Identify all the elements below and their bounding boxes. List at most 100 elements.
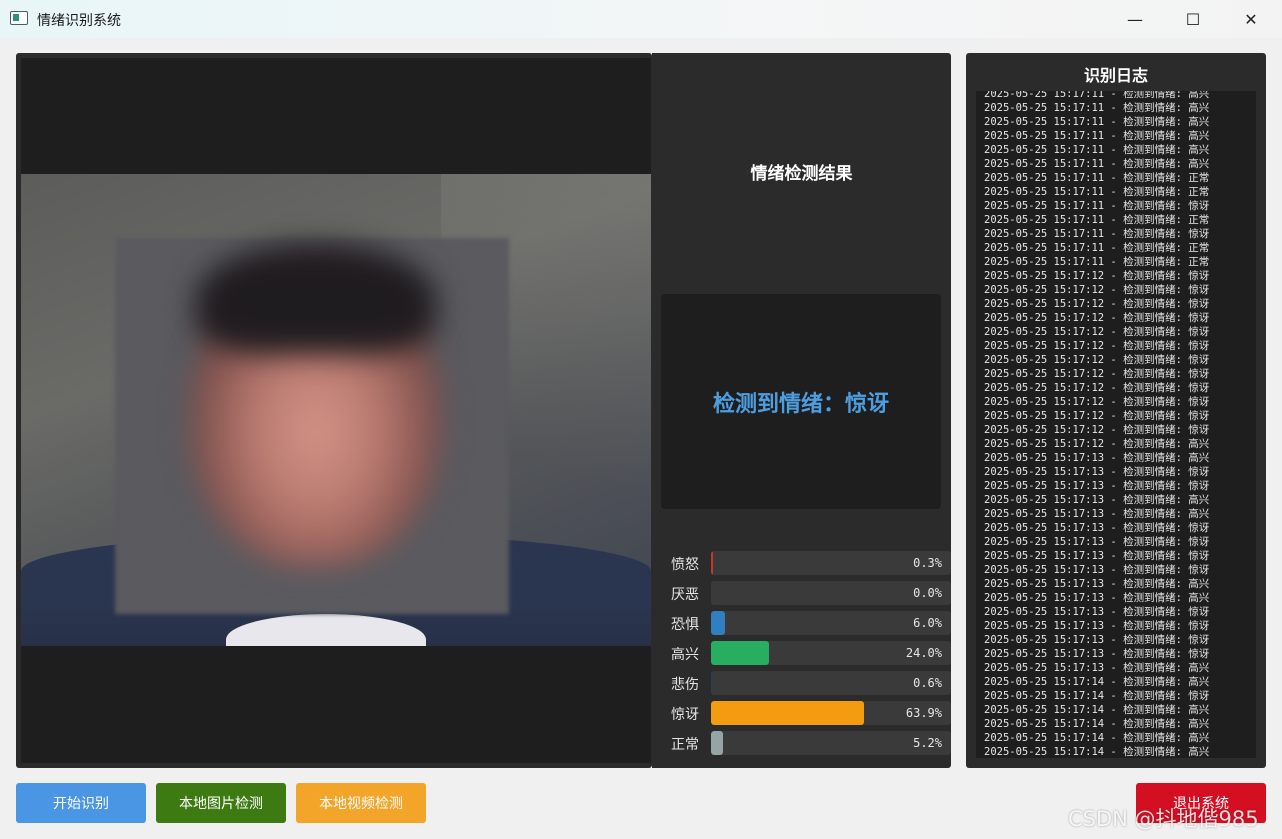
- log-entry: 2025-05-25 15:17:11 - 检测到情绪: 正常: [984, 242, 1210, 254]
- log-entry: 2025-05-25 15:17:13 - 检测到情绪: 惊讶: [984, 522, 1210, 534]
- close-button[interactable]: ✕: [1222, 0, 1280, 38]
- emotion-value: 6.0%: [913, 616, 942, 630]
- log-entry: 2025-05-25 15:17:13 - 检测到情绪: 高兴: [984, 578, 1210, 590]
- emotion-bar-fill: [711, 671, 713, 695]
- log-entry: 2025-05-25 15:17:11 - 检测到情绪: 正常: [984, 186, 1210, 198]
- emotion-label: 愤怒: [671, 557, 699, 573]
- emotion-row: 恐惧 6.0%: [668, 611, 951, 635]
- log-entry: 2025-05-25 15:17:12 - 检测到情绪: 惊讶: [984, 270, 1210, 282]
- result-box: 检测到情绪：惊讶: [661, 294, 941, 509]
- result-panel: 情绪检测结果 检测到情绪：惊讶 愤怒 0.3% 厌恶 0.0% 恐惧 6.0% 高兴 24.0…: [652, 53, 951, 768]
- camera-frame: [21, 174, 651, 646]
- video-panel: [16, 53, 652, 768]
- emotion-bar-fill: [711, 551, 713, 575]
- emotion-row: 高兴 24.0%: [668, 641, 951, 665]
- emotion-value: 0.6%: [913, 676, 942, 690]
- log-entry: 2025-05-25 15:17:12 - 检测到情绪: 惊讶: [984, 298, 1210, 310]
- window-title: 情绪识别系统: [37, 13, 121, 29]
- watermark: CSDN @抖地偕985: [1068, 807, 1259, 831]
- emotion-bar-fill: [711, 611, 726, 635]
- emotion-bar-track: 0.3%: [711, 551, 951, 575]
- log-entry: 2025-05-25 15:17:12 - 检测到情绪: 惊讶: [984, 354, 1210, 366]
- log-entry: 2025-05-25 15:17:11 - 检测到情绪: 惊讶: [984, 228, 1210, 240]
- log-entry: 2025-05-25 15:17:13 - 检测到情绪: 高兴: [984, 592, 1210, 604]
- log-entry: 2025-05-25 15:17:11 - 检测到情绪: 正常: [984, 172, 1210, 184]
- blurred-hair: [196, 244, 436, 354]
- emotion-bar-track: 63.9%: [711, 701, 951, 725]
- emotion-bar-fill: [711, 731, 724, 755]
- log-entry: 2025-05-25 15:17:13 - 检测到情绪: 惊讶: [984, 550, 1210, 562]
- log-entry: 2025-05-25 15:17:13 - 检测到情绪: 惊讶: [984, 466, 1210, 478]
- emotion-row: 愤怒 0.3%: [668, 551, 951, 575]
- title-bar: 情绪识别系统 — ☐ ✕: [0, 0, 1282, 38]
- minimize-button[interactable]: —: [1106, 0, 1164, 38]
- emotion-bar-track: 24.0%: [711, 641, 951, 665]
- start-recognition-button[interactable]: 开始识别: [16, 783, 146, 823]
- log-entry: 2025-05-25 15:17:12 - 检测到情绪: 惊讶: [984, 410, 1210, 422]
- log-entry: 2025-05-25 15:17:13 - 检测到情绪: 惊讶: [984, 634, 1210, 646]
- log-entry: 2025-05-25 15:17:13 - 检测到情绪: 高兴: [984, 452, 1210, 464]
- log-entry: 2025-05-25 15:17:11 - 检测到情绪: 正常: [984, 214, 1210, 226]
- log-entry: 2025-05-25 15:17:12 - 检测到情绪: 高兴: [984, 438, 1210, 450]
- emotion-value: 0.3%: [913, 556, 942, 570]
- emotion-value: 24.0%: [905, 646, 942, 660]
- log-entry: 2025-05-25 15:17:14 - 检测到情绪: 高兴: [984, 704, 1210, 716]
- log-entry: 2025-05-25 15:17:11 - 检测到情绪: 高兴: [984, 158, 1210, 170]
- log-entry: 2025-05-25 15:17:13 - 检测到情绪: 高兴: [984, 508, 1210, 520]
- log-entry: 2025-05-25 15:17:13 - 检测到情绪: 惊讶: [984, 564, 1210, 576]
- log-entry: 2025-05-25 15:17:14 - 检测到情绪: 惊讶: [984, 690, 1210, 702]
- log-entry: 2025-05-25 15:17:11 - 检测到情绪: 高兴: [984, 144, 1210, 156]
- log-entry: 2025-05-25 15:17:12 - 检测到情绪: 惊讶: [984, 326, 1210, 338]
- detected-emotion-text: 检测到情绪：惊讶: [712, 390, 889, 417]
- log-entry: 2025-05-25 15:17:14 - 检测到情绪: 高兴: [984, 676, 1210, 688]
- log-entry: 2025-05-25 15:17:12 - 检测到情绪: 惊讶: [984, 368, 1210, 380]
- emotion-row: 正常 5.2%: [668, 731, 951, 755]
- emotion-label: 悲伤: [671, 677, 699, 693]
- emotion-label: 恐惧: [671, 617, 699, 633]
- emotion-value: 5.2%: [913, 736, 942, 750]
- emotion-bar-fill: [711, 701, 865, 725]
- emotion-label: 厌恶: [671, 587, 699, 603]
- app-icon: [10, 11, 28, 25]
- local-video-detect-button[interactable]: 本地视频检测: [296, 783, 426, 823]
- local-image-detect-button[interactable]: 本地图片检测: [156, 783, 286, 823]
- log-entry: 2025-05-25 15:17:14 - 检测到情绪: 高兴: [984, 718, 1210, 730]
- log-entry: 2025-05-25 15:17:13 - 检测到情绪: 高兴: [984, 494, 1210, 506]
- log-entry: 2025-05-25 15:17:14 - 检测到情绪: 高兴: [984, 746, 1210, 758]
- maximize-button[interactable]: ☐: [1164, 0, 1222, 38]
- log-entry: 2025-05-25 15:17:11 - 检测到情绪: 高兴: [984, 102, 1210, 114]
- log-entry: 2025-05-25 15:17:13 - 检测到情绪: 惊讶: [984, 620, 1210, 632]
- log-entry: 2025-05-25 15:17:14 - 检测到情绪: 高兴: [984, 732, 1210, 744]
- emotion-row: 厌恶 0.0%: [668, 581, 951, 605]
- emotion-label: 高兴: [671, 647, 699, 663]
- emotion-bar-track: 0.6%: [711, 671, 951, 695]
- log-textbox[interactable]: 2025-05-25 15:17:11 - 检测到情绪: 高兴 2025-05-2…: [976, 91, 1256, 758]
- emotion-value: 63.9%: [905, 706, 942, 720]
- log-title: 识别日志: [1083, 66, 1148, 85]
- emotion-value: 0.0%: [913, 586, 942, 600]
- log-entry: 2025-05-25 15:17:12 - 检测到情绪: 惊讶: [984, 312, 1210, 324]
- log-entry: 2025-05-25 15:17:11 - 检测到情绪: 惊讶: [984, 200, 1210, 212]
- emotion-bar-track: 0.0%: [711, 581, 951, 605]
- log-entry: 2025-05-25 15:17:11 - 检测到情绪: 高兴: [984, 130, 1210, 142]
- log-entry: 2025-05-25 15:17:12 - 检测到情绪: 惊讶: [984, 424, 1210, 436]
- emotion-label: 惊讶: [671, 707, 699, 723]
- log-entry: 2025-05-25 15:17:12 - 检测到情绪: 惊讶: [984, 340, 1210, 352]
- log-panel: 识别日志 2025-05-25 15:17:11 - 检测到情绪: 高兴 2025…: [966, 53, 1266, 768]
- log-entry: 2025-05-25 15:17:11 - 检测到情绪: 正常: [984, 256, 1210, 268]
- log-entry: 2025-05-25 15:17:11 - 检测到情绪: 高兴: [984, 116, 1210, 128]
- emotion-bar-track: 6.0%: [711, 611, 951, 635]
- log-entry: 2025-05-25 15:17:12 - 检测到情绪: 惊讶: [984, 284, 1210, 296]
- emotion-row: 悲伤 0.6%: [668, 671, 951, 695]
- emotion-bar-fill: [711, 641, 769, 665]
- emotion-label: 正常: [671, 737, 699, 753]
- result-title: 情绪检测结果: [750, 164, 853, 184]
- log-entry: 2025-05-25 15:17:12 - 检测到情绪: 惊讶: [984, 382, 1210, 394]
- log-entry: 2025-05-25 15:17:12 - 检测到情绪: 惊讶: [984, 396, 1210, 408]
- log-entry: 2025-05-25 15:17:13 - 检测到情绪: 惊讶: [984, 480, 1210, 492]
- log-entry: 2025-05-25 15:17:13 - 检测到情绪: 惊讶: [984, 606, 1210, 618]
- emotion-bar-track: 5.2%: [711, 731, 951, 755]
- log-entry: 2025-05-25 15:17:11 - 检测到情绪: 高兴: [984, 91, 1210, 100]
- log-entry: 2025-05-25 15:17:13 - 检测到情绪: 惊讶: [984, 536, 1210, 548]
- emotion-row: 惊讶 63.9%: [668, 701, 951, 725]
